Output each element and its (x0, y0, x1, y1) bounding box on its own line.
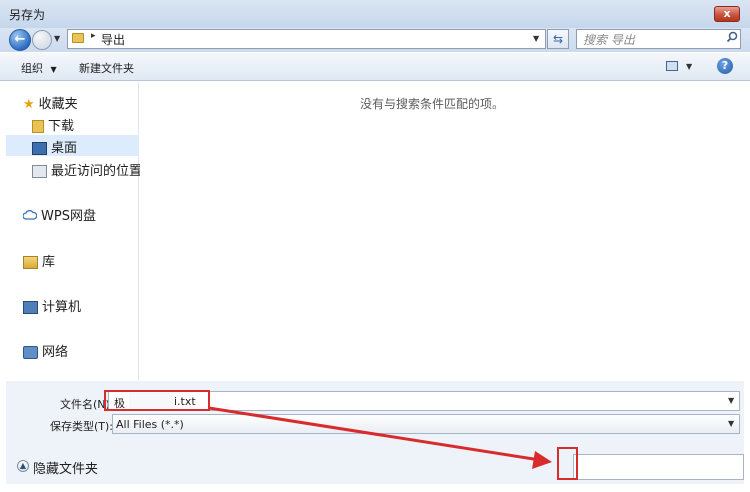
annotation-arrow (208, 406, 552, 469)
